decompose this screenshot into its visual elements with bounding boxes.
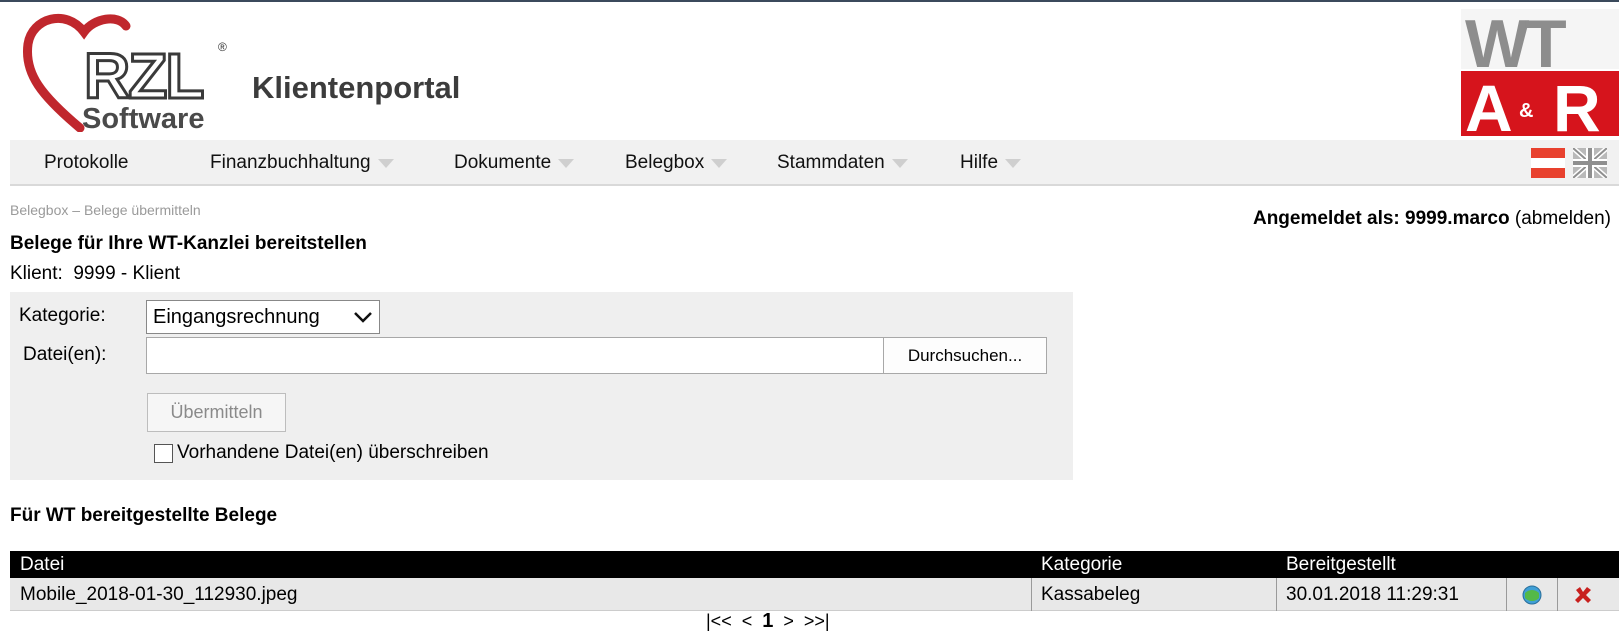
overwrite-option[interactable]: Vorhandene Datei(en) überschreiben: [154, 442, 489, 464]
delete-button[interactable]: [1558, 578, 1608, 611]
chevron-down-icon: [1005, 159, 1022, 168]
chevron-down-icon: [558, 159, 575, 168]
portal-title: Klientenportal: [252, 70, 461, 105]
login-user: 9999.marco: [1405, 208, 1510, 229]
category-select-value: Eingangsrechnung: [153, 305, 320, 328]
globe-icon: [1522, 585, 1542, 604]
nav-item-label: Dokumente: [454, 152, 552, 173]
svg-text:&: &: [1519, 100, 1533, 122]
category-label: Kategorie:: [19, 305, 106, 326]
logout-link[interactable]: (abmelden): [1515, 208, 1611, 229]
overwrite-label: Vorhandene Datei(en) überschreiben: [177, 442, 489, 463]
logo-subtext: Software: [82, 103, 205, 135]
submit-button[interactable]: Übermitteln: [147, 393, 286, 432]
cell-date: 30.01.2018 11:29:31: [1286, 583, 1459, 605]
chevron-down-icon: [711, 159, 728, 168]
nav-item-label: Finanzbuchhaltung: [210, 152, 371, 173]
pager-first[interactable]: |<<: [706, 611, 732, 632]
nav-item-stammdaten[interactable]: Stammdaten: [777, 152, 909, 174]
column-header-date[interactable]: Bereitgestellt: [1286, 554, 1396, 576]
nav-item-hilfe[interactable]: Hilfe: [960, 152, 1022, 174]
registered-mark: ®: [218, 40, 227, 54]
section-title: Für WT bereitgestellte Belege: [10, 505, 278, 526]
nav-item-label: Hilfe: [960, 152, 999, 173]
logo-text: RZL: [82, 40, 205, 112]
client-info: Klient: 9999 - Klient: [10, 263, 181, 284]
cell-category: Kassabeleg: [1041, 583, 1141, 605]
download-button[interactable]: [1507, 578, 1557, 611]
file-input[interactable]: [146, 337, 884, 374]
category-select[interactable]: Eingangsrechnung: [146, 300, 380, 334]
table-header: Datei Kategorie Bereitgestellt: [10, 551, 1619, 578]
table-row[interactable]: Mobile_2018-01-30_112930.jpeg Kassabeleg…: [10, 578, 1619, 611]
documents-table: Datei Kategorie Bereitgestellt Mobile_20…: [10, 551, 1619, 611]
nav-item-dokumente[interactable]: Dokumente: [454, 152, 575, 174]
rzl-logo: RZL ® Software: [22, 10, 242, 135]
nav-item-label: Stammdaten: [777, 152, 885, 173]
chevron-down-icon: [891, 159, 908, 168]
column-header-category[interactable]: Kategorie: [1041, 554, 1122, 576]
pager-next[interactable]: >: [783, 611, 794, 632]
partner-logo: WT A & R: [1461, 9, 1619, 136]
pager-prev[interactable]: <: [742, 611, 753, 632]
files-label: Datei(en):: [23, 344, 107, 365]
login-status: Angemeldet als: 9999.marco (abmelden): [1253, 208, 1611, 230]
nav-item-finanzbuchhaltung[interactable]: Finanzbuchhaltung: [210, 152, 395, 174]
pager-last[interactable]: >>|: [804, 611, 830, 632]
nav-item-label: Protokolle: [44, 152, 129, 173]
svg-text:A: A: [1465, 71, 1513, 136]
chevron-down-icon: [354, 312, 372, 323]
austria-flag-icon[interactable]: [1531, 148, 1565, 178]
top-border: [0, 0, 1619, 2]
column-header-file[interactable]: Datei: [20, 554, 64, 576]
nav-item-belegbox[interactable]: Belegbox: [625, 152, 728, 174]
browse-button[interactable]: Durchsuchen...: [883, 337, 1047, 374]
upload-form: Kategorie: Eingangsrechnung Datei(en): D…: [10, 292, 1073, 480]
pagination: |<< < 1 > >>|: [706, 610, 830, 633]
nav-item-protokolle[interactable]: Protokolle: [44, 152, 129, 174]
overwrite-checkbox[interactable]: [154, 443, 173, 463]
breadcrumb: Belegbox – Belege übermitteln: [10, 202, 201, 218]
svg-text:R: R: [1553, 71, 1601, 136]
delete-x-icon: [1575, 586, 1591, 603]
main-nav: Protokolle Finanzbuchhaltung Dokumente B…: [10, 140, 1619, 186]
nav-item-label: Belegbox: [625, 152, 705, 173]
page-title: Belege für Ihre WT-Kanzlei bereitstellen: [10, 233, 367, 254]
pager-current: 1: [762, 610, 774, 632]
cell-file: Mobile_2018-01-30_112930.jpeg: [20, 583, 298, 605]
login-prefix: Angemeldet als:: [1252, 208, 1406, 229]
chevron-down-icon: [377, 159, 394, 168]
uk-flag-icon[interactable]: [1573, 148, 1607, 178]
